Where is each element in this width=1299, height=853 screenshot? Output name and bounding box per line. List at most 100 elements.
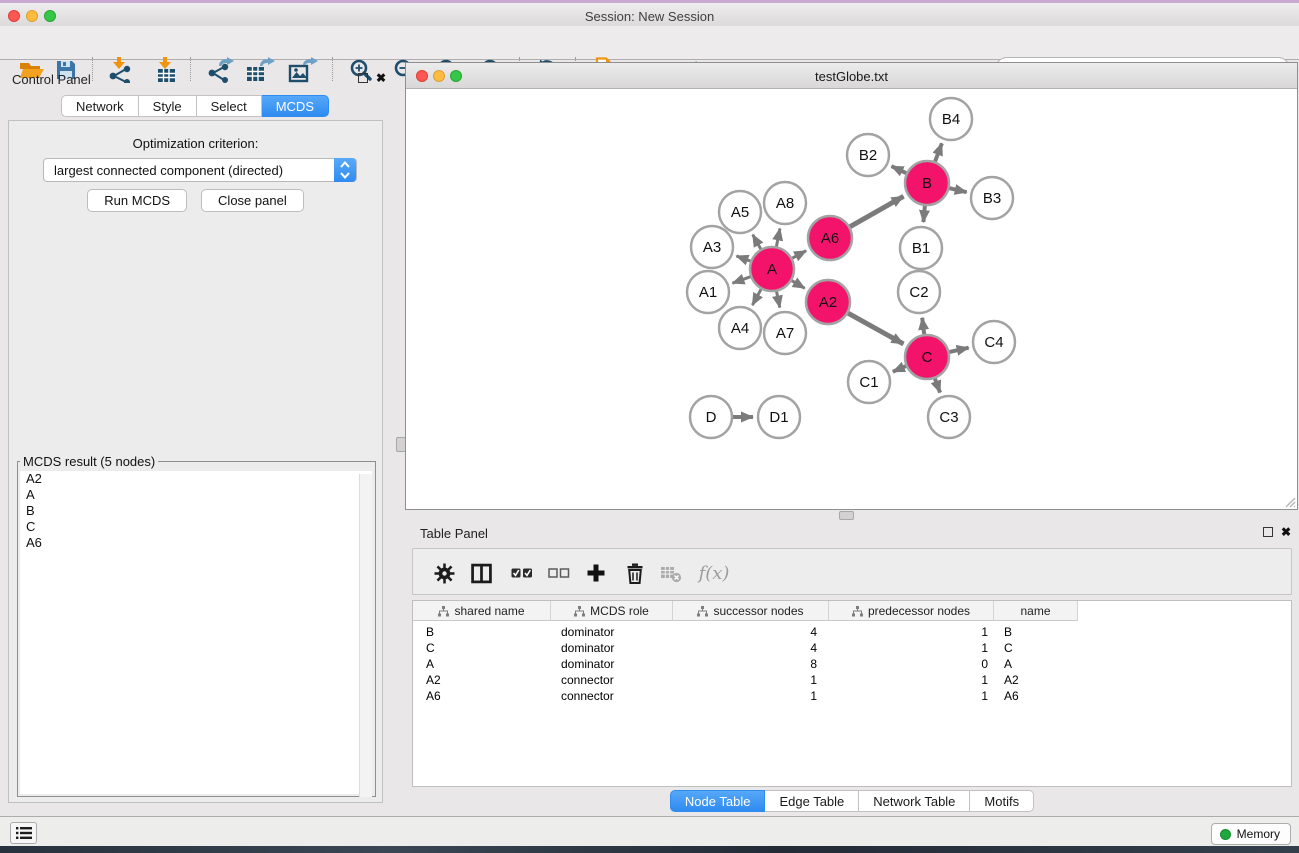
tab-style[interactable]: Style [139, 95, 197, 117]
mcds-result-item[interactable]: C [20, 519, 372, 535]
tab-edge-table[interactable]: Edge Table [765, 790, 859, 812]
hierarchy-icon [574, 606, 585, 617]
table-panel-tabs: Node Table Edge Table Network Table Moti… [405, 790, 1299, 812]
graph-edge[interactable] [948, 348, 968, 353]
tab-select[interactable]: Select [197, 95, 262, 117]
network-view-window: testGlobe.txt AA1A2A3A4A5A6A7A8BB1B2B3B4… [405, 62, 1298, 510]
graph-edge[interactable] [752, 288, 761, 305]
graph-node-label: B1 [912, 240, 930, 257]
function-builder-button[interactable]: f(x) [694, 559, 734, 587]
float-panel-icon[interactable] [358, 73, 368, 83]
desktop-background-strip [0, 846, 1299, 853]
show-columns-button[interactable] [466, 559, 496, 587]
mcds-buttons-row: Run MCDS Close panel [9, 189, 382, 212]
table-cell: C [413, 640, 551, 656]
mcds-result-box: MCDS result (5 nodes) A2ABCA6 [17, 454, 376, 797]
node-table: shared name MCDS role successor nodes pr… [412, 600, 1292, 787]
graph-node-label: A [767, 261, 777, 278]
app-titlebar: Session: New Session [0, 3, 1299, 26]
mcds-result-item[interactable]: A2 [20, 471, 372, 487]
graph-edge[interactable] [935, 143, 942, 162]
column-label: predecessor nodes [868, 604, 970, 618]
column-header-predecessor-nodes[interactable]: predecessor nodes [829, 601, 994, 621]
table-cell: 1 [829, 672, 994, 688]
graph-edge[interactable] [736, 256, 751, 261]
table-cell: A6 [994, 688, 1078, 704]
memory-button[interactable]: Memory [1211, 823, 1291, 845]
run-mcds-button[interactable]: Run MCDS [87, 189, 187, 212]
select-all-button[interactable] [507, 559, 537, 587]
graph-edge[interactable] [948, 188, 966, 192]
tab-mcds[interactable]: MCDS [262, 95, 329, 117]
graph-node-label: B4 [942, 111, 960, 128]
graph-edge[interactable] [922, 318, 924, 335]
column-header-shared-name[interactable]: shared name [413, 601, 551, 621]
graph-edge[interactable] [935, 378, 940, 393]
graph-edge[interactable] [893, 366, 907, 372]
graph-edge[interactable] [732, 276, 751, 283]
horizontal-splitter-handle[interactable] [839, 511, 854, 520]
graph-node-label: A3 [703, 239, 721, 256]
table-row[interactable]: A2connector11A2 [413, 672, 1291, 688]
control-panel-tabs: Network Style Select MCDS [0, 95, 390, 117]
optimization-criterion-select[interactable]: largest connected component (directed) [43, 158, 357, 182]
mcds-list-scrollbar[interactable] [359, 474, 372, 797]
delete-table-button[interactable] [656, 559, 686, 587]
graph-node-label: A5 [731, 204, 749, 221]
graph-edge[interactable] [847, 313, 903, 344]
hierarchy-icon [697, 606, 708, 617]
table-cell: A [994, 656, 1078, 672]
table-cell: dominator [551, 640, 673, 656]
mcds-result-item[interactable]: A6 [20, 535, 372, 551]
graph-node-label: C3 [939, 409, 958, 426]
graph-edge[interactable] [923, 205, 925, 222]
graph-edge[interactable] [776, 291, 779, 308]
graph-node-label: A1 [699, 284, 717, 301]
tab-network[interactable]: Network [61, 95, 139, 117]
graph-edge[interactable] [776, 229, 780, 248]
column-header-mcds-role[interactable]: MCDS role [551, 601, 673, 621]
column-label: name [1020, 604, 1050, 618]
table-cell: 4 [673, 640, 829, 656]
graph-edge[interactable] [891, 166, 907, 173]
window-resize-grip[interactable] [1282, 494, 1296, 508]
table-row[interactable]: Adominator80A [413, 656, 1291, 672]
show-task-history-button[interactable] [10, 822, 37, 844]
optimization-criterion-label: Optimization criterion: [9, 136, 382, 151]
table-cell: 4 [673, 624, 829, 640]
mcds-result-item[interactable]: B [20, 503, 372, 519]
tab-node-table[interactable]: Node Table [670, 790, 766, 812]
table-row[interactable]: Bdominator41B [413, 624, 1291, 640]
graph-edge[interactable] [753, 235, 762, 250]
close-panel-button[interactable]: Close panel [201, 189, 304, 212]
mcds-result-item[interactable]: A [20, 487, 372, 503]
column-header-successor-nodes[interactable]: successor nodes [673, 601, 829, 621]
tab-network-table[interactable]: Network Table [859, 790, 970, 812]
network-window-titlebar: testGlobe.txt [406, 63, 1297, 89]
close-panel-icon[interactable]: ✖ [376, 71, 386, 85]
graph-edge[interactable] [791, 280, 805, 288]
float-table-panel-icon[interactable] [1263, 527, 1273, 537]
table-cell: A6 [413, 688, 551, 704]
add-row-button[interactable] [581, 559, 611, 587]
close-table-panel-icon[interactable]: ✖ [1281, 525, 1291, 539]
control-panel-title: Control Panel [12, 72, 91, 87]
table-cell: 8 [673, 656, 829, 672]
fx-icon: f(x) [699, 563, 730, 584]
graph-edge[interactable] [791, 251, 806, 259]
deselect-all-button[interactable] [544, 559, 574, 587]
table-row[interactable]: A6connector11A6 [413, 688, 1291, 704]
table-cell: dominator [551, 624, 673, 640]
table-cell: A [413, 656, 551, 672]
table-toolbar: f(x) [412, 548, 1292, 595]
network-canvas-svg[interactable]: AA1A2A3A4A5A6A7A8BB1B2B3B4CC1C2C3C4DD1 [406, 89, 1297, 509]
table-cell: 1 [673, 688, 829, 704]
main-toolbar [0, 26, 1299, 60]
mcds-panel-content: Optimization criterion: largest connecte… [8, 120, 383, 803]
delete-row-button[interactable] [620, 559, 650, 587]
table-row[interactable]: Cdominator41C [413, 640, 1291, 656]
column-header-name[interactable]: name [994, 601, 1078, 621]
graph-edge[interactable] [849, 196, 903, 227]
tab-motifs[interactable]: Motifs [970, 790, 1034, 812]
column-settings-button[interactable] [429, 559, 459, 587]
